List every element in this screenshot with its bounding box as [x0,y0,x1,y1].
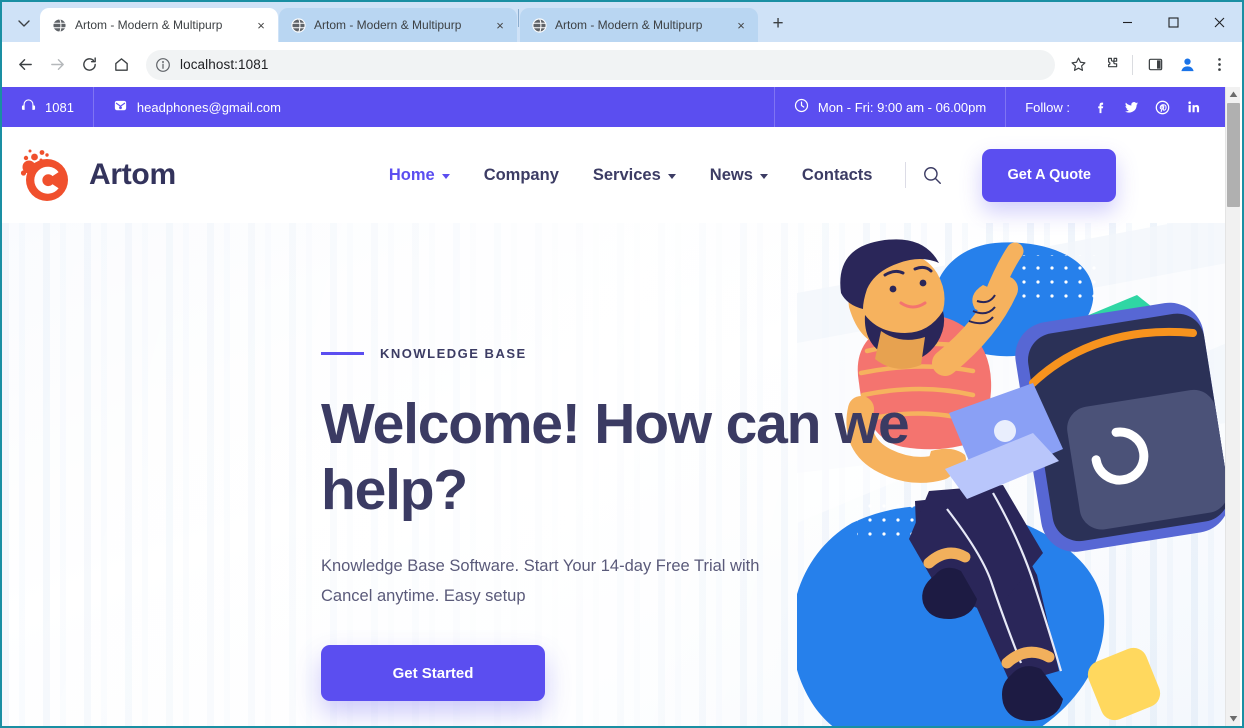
maximize-button[interactable] [1150,2,1196,42]
tab-divider [518,9,519,27]
scroll-up-arrow[interactable] [1226,87,1240,102]
follow-label: Follow : [1025,99,1070,115]
globe-icon [51,17,67,33]
tab-strip: Artom - Modern & Multipurp × Artom - Mod… [2,2,1242,42]
forward-icon[interactable] [42,50,72,80]
hours-block: Mon - Fri: 9:00 am - 06.00pm [773,87,1007,127]
envelope-icon [113,98,128,116]
business-hours: Mon - Fri: 9:00 am - 06.00pm [817,99,987,115]
tab-title: Artom - Modern & Multipurp [75,18,223,32]
scroll-down-arrow[interactable] [1226,711,1240,726]
star-icon[interactable] [1063,50,1093,80]
close-icon[interactable]: × [491,16,509,34]
clock-icon [794,98,809,116]
toolbar-divider [1132,54,1133,75]
close-window-button[interactable] [1196,2,1242,42]
nav-item-home[interactable]: Home [372,156,467,195]
artom-c-logo [16,145,78,205]
follow-block: Follow : [1006,87,1227,127]
site-topbar: 1081 headphones@gmail.com Mon - Fri: 9:0… [2,87,1227,127]
phone-number: 1081 [45,99,74,115]
linkedin-icon[interactable] [1186,100,1201,115]
globe-icon [290,17,306,33]
url-text: localhost:1081 [180,57,269,72]
tab-title: Artom - Modern & Multipurp [555,18,703,32]
reload-icon[interactable] [74,50,104,80]
tab-search-icon[interactable] [10,9,38,37]
close-icon[interactable]: × [252,16,270,34]
hero-content: KNOWLEDGE BASE Welcome! How can we help?… [321,346,921,702]
nav-label: News [709,165,753,184]
browser-tab[interactable]: Artom - Modern & Multipurp × [279,8,517,42]
hero-section: KNOWLEDGE BASE Welcome! How can we help?… [2,223,1227,726]
site-header: Artom Home Company Services News Contact… [2,127,1227,223]
window-controls [1104,2,1242,42]
three-dots-icon[interactable] [1204,50,1234,80]
nav-item-news[interactable]: News [693,156,785,195]
site-logo[interactable]: Artom [16,145,176,205]
twitter-icon[interactable] [1124,100,1139,115]
info-circle-icon[interactable] [154,56,172,74]
eyebrow-dash [321,352,364,355]
new-tab-button[interactable]: + [764,10,792,38]
hero-heading: Welcome! How can we help? [321,392,910,523]
nav-divider [905,162,907,188]
phone-block[interactable]: 1081 [2,87,94,127]
scrollbar-thumb[interactable] [1227,103,1240,207]
browser-window: Artom - Modern & Multipurp × Artom - Mod… [0,0,1244,728]
eyebrow-label: KNOWLEDGE BASE [380,346,527,361]
nav-item-contacts[interactable]: Contacts [785,156,890,195]
brand-name: Artom [89,158,176,191]
page-viewport: 1081 headphones@gmail.com Mon - Fri: 9:0… [2,87,1242,726]
close-icon[interactable]: × [732,16,750,34]
home-icon[interactable] [106,50,136,80]
page-scrollbar[interactable] [1225,87,1240,726]
hero-paragraph: Knowledge Base Software. Start Your 14-d… [321,557,760,606]
chevron-down-icon [759,173,768,179]
puzzle-icon[interactable] [1095,50,1125,80]
nav-label: Home [388,165,435,184]
globe-icon [531,17,547,33]
avatar-icon[interactable] [1172,50,1202,80]
minimize-button[interactable] [1104,2,1150,42]
hero-cta-button[interactable]: Get Started [321,645,545,702]
email-address: headphones@gmail.com [136,99,281,115]
browser-tab[interactable]: Artom - Modern & Multipurp × [520,8,758,42]
nav-label: Services [592,165,661,184]
headphones-icon [21,98,36,116]
pinterest-icon[interactable] [1155,100,1170,115]
side-panel-icon[interactable] [1140,50,1170,80]
nav-item-company[interactable]: Company [467,156,576,195]
chevron-down-icon [667,173,676,179]
website-page: 1081 headphones@gmail.com Mon - Fri: 9:0… [2,87,1227,726]
tab-title: Artom - Modern & Multipurp [314,18,462,32]
address-bar[interactable]: localhost:1081 [146,49,1055,80]
back-icon[interactable] [10,50,40,80]
email-block[interactable]: headphones@gmail.com [94,87,300,127]
facebook-icon[interactable] [1093,100,1108,115]
nav-item-services[interactable]: Services [576,156,693,195]
browser-tab[interactable]: Artom - Modern & Multipurp × [40,8,278,42]
chevron-down-icon [441,173,450,179]
nav-label: Company [483,165,559,184]
search-icon[interactable] [919,162,945,188]
browser-toolbar: localhost:1081 [2,42,1242,87]
main-navigation: Home Company Services News Contacts [372,156,890,195]
social-links [1079,100,1201,115]
hero-eyebrow: KNOWLEDGE BASE [321,346,921,361]
get-a-quote-button[interactable]: Get A Quote [982,148,1116,202]
nav-label: Contacts [801,165,873,184]
